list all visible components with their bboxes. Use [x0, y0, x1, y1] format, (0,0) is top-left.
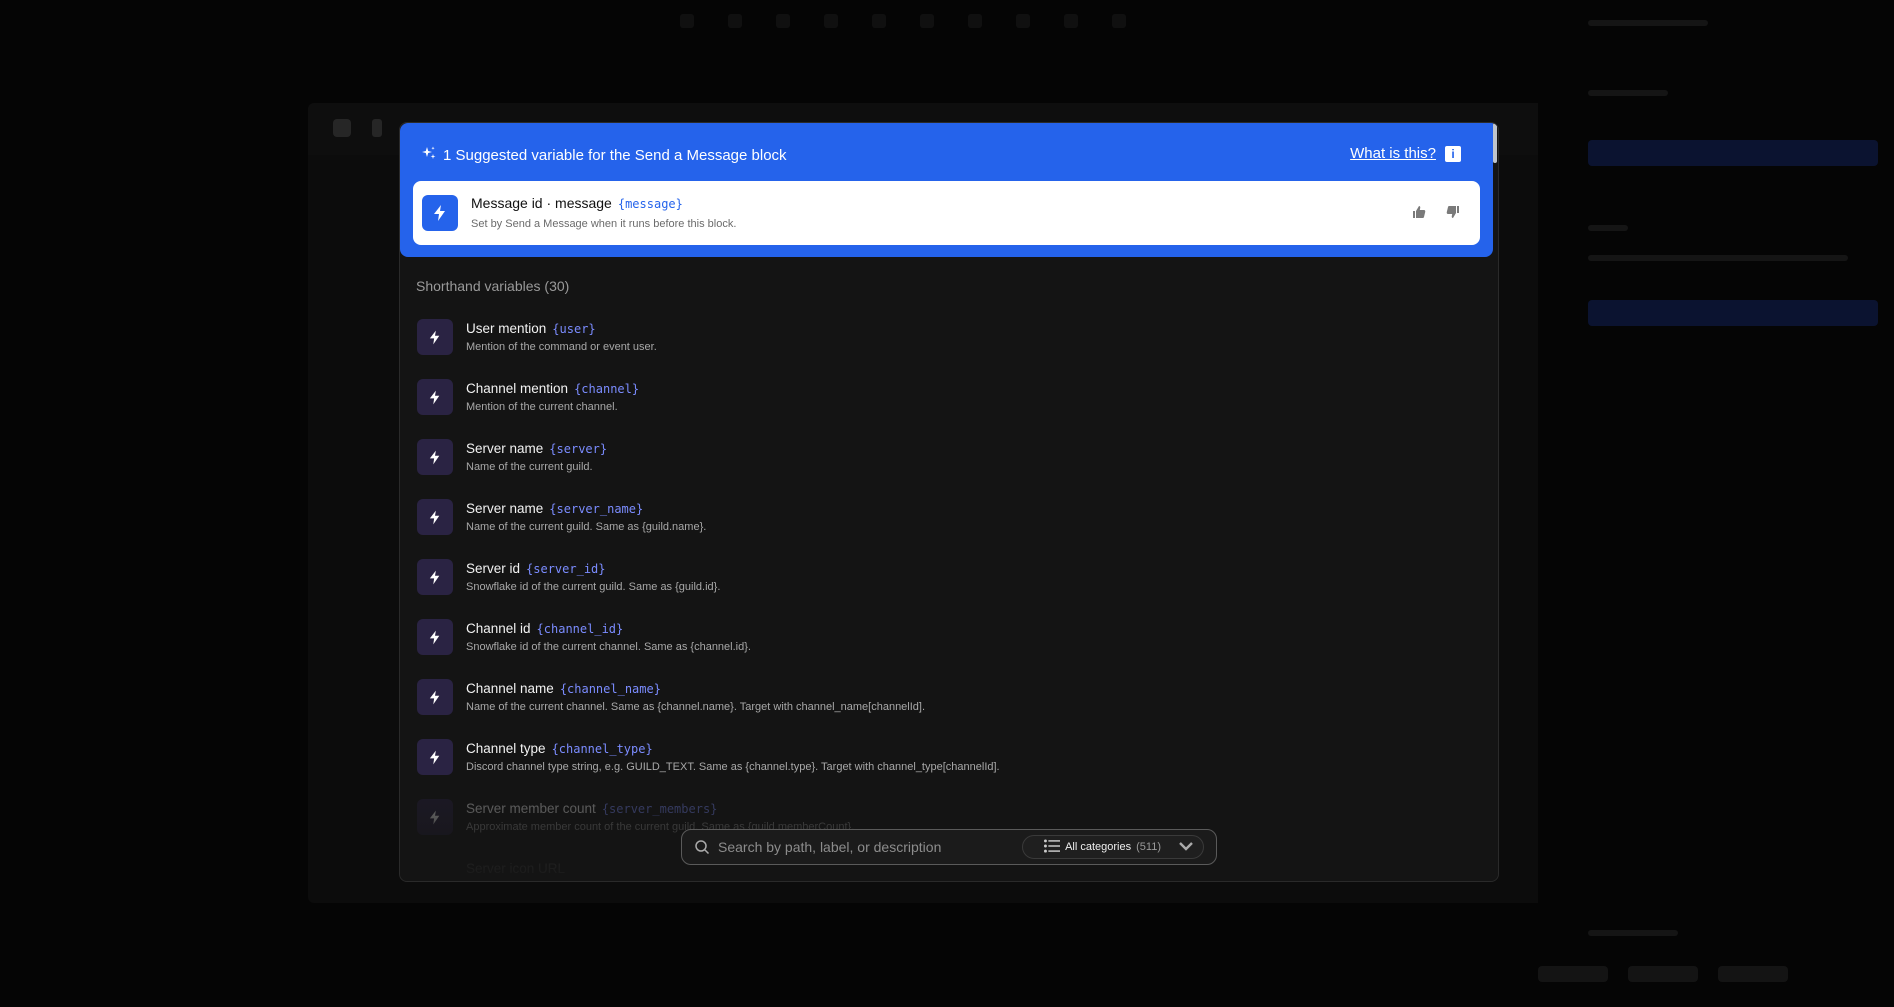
- background-toolbar: [680, 14, 1200, 34]
- variable-row[interactable]: Server name {server} Name of the current …: [417, 439, 1477, 499]
- variable-row[interactable]: Channel mention {channel} Mention of the …: [417, 379, 1477, 439]
- variable-title: Server id {server_id}: [466, 561, 606, 576]
- shorthand-variable-list: User mention {user} Mention of the comman…: [417, 319, 1477, 881]
- variable-label: Server icon URL: [466, 861, 566, 876]
- variable-label: Channel type: [466, 741, 546, 756]
- suggested-variable-title: Message id · message {message}: [471, 195, 683, 211]
- lightning-icon: [417, 439, 453, 475]
- variable-token: {server_id}: [526, 562, 606, 576]
- what-is-this-link[interactable]: What is this?: [1350, 145, 1436, 162]
- lightning-icon: [417, 379, 453, 415]
- variable-label: Server name: [466, 501, 544, 516]
- variable-label: Channel id: [466, 621, 531, 636]
- category-label: All categories: [1065, 841, 1132, 853]
- lightning-icon: [417, 559, 453, 595]
- variable-token: {channel}: [574, 382, 640, 396]
- variable-row[interactable]: Channel name {channel_name} Name of the c…: [417, 679, 1477, 739]
- shorthand-section-title: Shorthand variables (30): [416, 278, 570, 294]
- chevron-down-icon: [1166, 838, 1194, 857]
- category-count: (511): [1136, 841, 1161, 853]
- lightning-icon: [417, 619, 453, 655]
- variable-label: Channel name: [466, 681, 554, 696]
- variable-token: {server}: [549, 442, 608, 456]
- variable-description: Snowflake id of the current guild. Same …: [466, 581, 721, 593]
- variable-label: Channel mention: [466, 381, 569, 396]
- suggested-variable-token: {message}: [617, 197, 683, 211]
- lightning-icon: [417, 799, 453, 835]
- background-sidebar: [1538, 0, 1894, 1007]
- lightning-icon: [417, 499, 453, 535]
- variable-label: Server name: [466, 441, 544, 456]
- suggested-variable-label: Message id · message: [471, 195, 612, 211]
- variable-row[interactable]: User mention {user} Mention of the comman…: [417, 319, 1477, 379]
- modal-scrollbar[interactable]: [1493, 123, 1497, 163]
- suggested-variable-card[interactable]: Message id · message {message} Set by Sen…: [413, 181, 1480, 245]
- thumbs-up-icon[interactable]: [1410, 203, 1428, 221]
- variable-title: Channel name {channel_name}: [466, 681, 661, 696]
- variable-picker-modal: 1 Suggested variable for the Send a Mess…: [399, 122, 1499, 882]
- variable-row[interactable]: Server name {server_name} Name of the cur…: [417, 499, 1477, 559]
- variable-token: {channel_type}: [551, 742, 653, 756]
- variable-description: Name of the current channel. Same as {ch…: [466, 701, 926, 713]
- variable-search-bar: All categories (511): [681, 829, 1217, 865]
- variable-label: Server id: [466, 561, 521, 576]
- variable-row[interactable]: Channel type {channel_type} Discord chann…: [417, 739, 1477, 799]
- variable-row[interactable]: Server id {server_id} Snowflake id of the…: [417, 559, 1477, 619]
- suggested-header: 1 Suggested variable for the Send a Mess…: [421, 146, 787, 164]
- variable-token: {server_members}: [601, 802, 718, 816]
- variable-title: Server icon URL: [466, 861, 565, 876]
- what-is-this: What is this? i: [1350, 145, 1461, 162]
- thumbs-down-icon[interactable]: [1444, 203, 1462, 221]
- variable-description: Name of the current guild. Same as {guil…: [466, 521, 707, 533]
- variable-row[interactable]: Channel id {channel_id} Snowflake id of t…: [417, 619, 1477, 679]
- variable-title: Channel id {channel_id}: [466, 621, 623, 636]
- suggested-variable-description: Set by Send a Message when it runs befor…: [471, 218, 737, 230]
- suggested-heading: 1 Suggested variable for the Send a Mess…: [443, 146, 787, 164]
- variable-token: {channel_id}: [536, 622, 624, 636]
- variable-title: Server name {server_name}: [466, 501, 643, 516]
- variable-token: {server_name}: [549, 502, 644, 516]
- variable-description: Discord channel type string, e.g. GUILD_…: [466, 761, 1000, 773]
- search-input[interactable]: [718, 839, 1023, 855]
- variable-label: User mention: [466, 321, 547, 336]
- sparkles-icon: [421, 145, 437, 165]
- variable-description: Snowflake id of the current channel. Sam…: [466, 641, 751, 653]
- suggested-variables-panel: 1 Suggested variable for the Send a Mess…: [400, 123, 1493, 257]
- search-icon: [695, 840, 710, 855]
- variable-title: Channel type {channel_type}: [466, 741, 653, 756]
- variable-title: User mention {user}: [466, 321, 596, 336]
- info-icon[interactable]: i: [1445, 145, 1461, 162]
- list-icon: [1032, 838, 1061, 857]
- variable-label: Server member count: [466, 801, 596, 816]
- variable-description: Name of the current guild.: [466, 461, 593, 473]
- background-footer: [1538, 960, 1894, 990]
- variable-title: Server name {server}: [466, 441, 607, 456]
- lightning-icon: [417, 679, 453, 715]
- variable-title: Server member count {server_members}: [466, 801, 717, 816]
- category-filter-button[interactable]: All categories (511): [1022, 835, 1204, 859]
- variable-token: {user}: [552, 322, 596, 336]
- variable-title: Channel mention {channel}: [466, 381, 639, 396]
- lightning-icon: [417, 739, 453, 775]
- variable-description: Mention of the current channel.: [466, 401, 618, 413]
- variable-description: Mention of the command or event user.: [466, 341, 657, 353]
- variable-token: {channel_name}: [559, 682, 661, 696]
- lightning-icon: [417, 319, 453, 355]
- lightning-icon: [422, 195, 458, 231]
